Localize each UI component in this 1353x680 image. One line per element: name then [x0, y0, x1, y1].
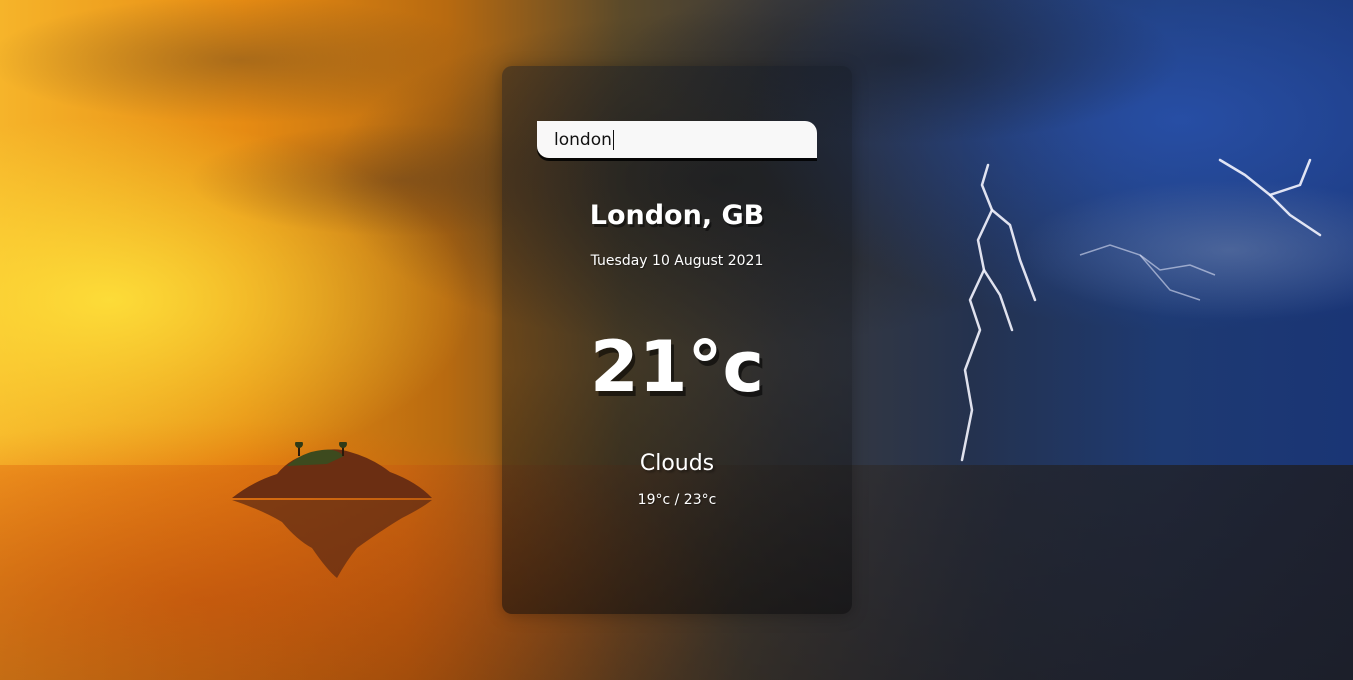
search-input[interactable]: london — [537, 121, 817, 158]
temperature-readout: 21°c — [590, 326, 764, 408]
location-title: London, GB — [589, 200, 765, 231]
temperature-range: 19°c / 23°c — [637, 492, 717, 508]
text-caret — [612, 129, 614, 150]
weather-condition: Clouds — [639, 451, 715, 476]
weather-app-background: london London, GB Tuesday 10 August 2021… — [0, 0, 1353, 680]
search-input-value[interactable]: london — [554, 130, 612, 150]
current-date: Tuesday 10 August 2021 — [590, 253, 764, 269]
